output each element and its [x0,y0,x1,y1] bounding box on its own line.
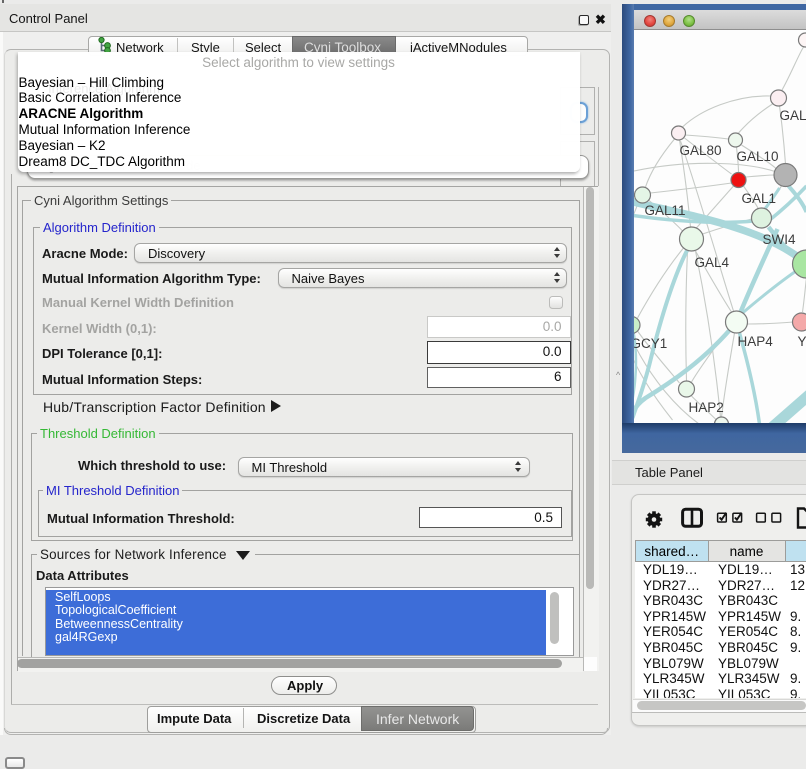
svg-text:GAL2: GAL2 [779,108,806,123]
svg-text:GAL10: GAL10 [736,149,778,164]
svg-text:GAL80: GAL80 [679,143,721,158]
svg-text:GAL4: GAL4 [694,255,729,270]
svg-text:SWI4: SWI4 [762,232,795,247]
svg-text:GAL1: GAL1 [741,191,776,206]
svg-text:Y: Y [797,334,806,349]
svg-text:HAP2: HAP2 [688,400,723,415]
svg-text:HAP4: HAP4 [737,334,773,349]
svg-text:GAL11: GAL11 [644,203,685,218]
svg-text:GCY1: GCY1 [634,336,667,351]
